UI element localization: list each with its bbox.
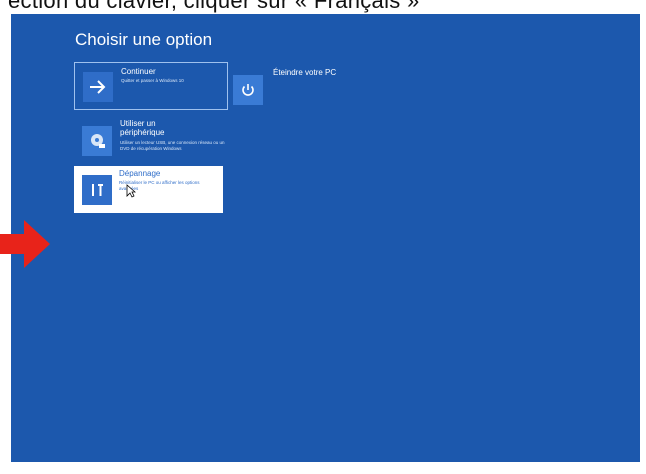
- continue-label: Continuer: [121, 67, 156, 76]
- disc-drive-icon: [82, 126, 112, 156]
- troubleshoot-label: Dépannage: [119, 169, 161, 178]
- red-arrow-icon: [0, 218, 52, 270]
- device-label-line1: Utiliser un: [120, 119, 156, 128]
- device-description: Utiliser un lecteur USB, une connexion r…: [120, 140, 225, 151]
- caption-text: ection du clavier, cliquer sur « Françai…: [8, 0, 420, 13]
- device-label-line2: périphérique: [120, 128, 165, 137]
- arrow-right-icon: [83, 72, 113, 102]
- continue-option[interactable]: Continuer Quitter et passer à Windows 10: [74, 62, 228, 110]
- mouse-cursor-icon: [126, 184, 137, 198]
- tutorial-caption: ection du clavier, cliquer sur « Françai…: [0, 0, 646, 14]
- tools-icon: [82, 175, 112, 205]
- power-icon: [233, 75, 263, 105]
- page-title: Choisir une option: [75, 30, 213, 49]
- use-device-option[interactable]: Utiliser un périphérique Utiliser un lec…: [74, 116, 228, 164]
- shutdown-option[interactable]: Éteindre votre PC: [233, 64, 383, 112]
- shutdown-label: Éteindre votre PC: [273, 68, 337, 77]
- recovery-screen: Choisir une option Continuer Quitter et …: [11, 14, 640, 462]
- troubleshoot-option[interactable]: Dépannage Réinitialiser le PC ou affiche…: [74, 166, 223, 213]
- device-label: Utiliser un périphérique: [120, 119, 164, 137]
- continue-description: Quitter et passer à Windows 10: [121, 78, 184, 83]
